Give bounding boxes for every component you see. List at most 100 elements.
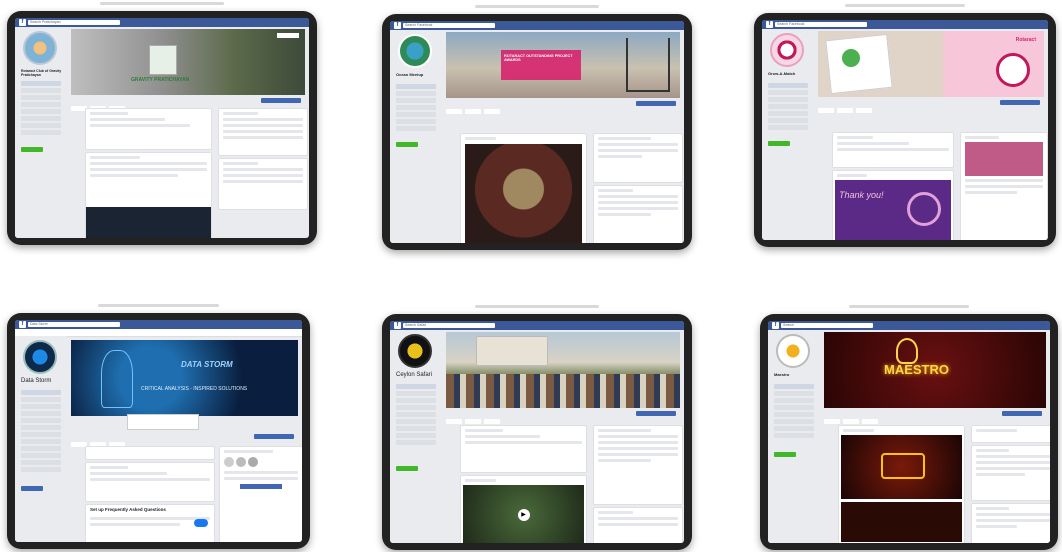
like-button[interactable] [824,419,840,424]
facebook-logo-icon[interactable]: f [394,322,401,329]
community-card [218,108,308,156]
create-page-button[interactable] [396,142,418,147]
tablet-6: f Search Maestro MAESTRO [760,305,1058,550]
follow-button[interactable] [465,419,481,424]
follow-button[interactable] [843,419,859,424]
create-post-card[interactable] [85,108,212,150]
create-post-card[interactable] [460,425,587,473]
award-photo[interactable] [465,144,582,243]
screen-1: f Search Pratichayan Rotaract Club of Gr… [15,18,309,238]
cover-photo[interactable]: MAESTRO [824,332,1046,408]
screen-6: f Search Maestro MAESTRO [768,321,1050,543]
video-thumbnail[interactable]: ▶ [463,485,584,543]
page-avatar[interactable] [398,34,432,68]
photos-card [838,425,965,543]
like-button[interactable] [446,419,462,424]
facebook-logo-icon[interactable]: f [19,321,26,328]
send-message-button[interactable] [1000,100,1040,105]
page-nav[interactable] [396,384,436,447]
search-input[interactable]: Search Safari [403,323,495,328]
create-page-button[interactable] [21,147,43,152]
search-input[interactable]: Search [781,323,873,328]
thank-you-photo[interactable]: Thank you! [835,180,951,240]
cover-photo[interactable] [446,332,680,408]
facebook-top-bar: f Search Safari [390,321,684,330]
page-avatar[interactable] [23,31,57,65]
faq-card[interactable]: Set up Frequently Asked Questions [85,504,215,542]
maestro-photo[interactable] [841,435,962,499]
second-photo[interactable] [841,502,962,542]
send-message-button[interactable] [636,101,676,106]
send-message-button[interactable] [254,434,294,439]
about-card [593,507,683,543]
post-card [85,152,212,238]
action-tabs-card[interactable] [85,446,215,460]
page-nav[interactable] [396,84,436,133]
follow-button[interactable] [465,109,481,114]
action-row [71,434,298,447]
like-button[interactable] [446,109,462,114]
cover-photo[interactable]: DATA STORM CRITICAL ANALYSIS - INSPIRED … [71,340,298,416]
like-button[interactable] [818,108,834,113]
share-button[interactable] [856,108,872,113]
facebook-logo-icon[interactable]: f [19,19,26,26]
page-nav[interactable] [768,83,808,132]
search-input[interactable]: Search Facebook [775,22,867,27]
action-row [446,101,680,114]
search-input[interactable]: Data Storm [28,322,120,327]
page-nav[interactable] [774,384,814,440]
follow-button[interactable] [837,108,853,113]
page-avatar[interactable] [23,340,57,374]
share-button[interactable] [484,109,500,114]
send-message-button[interactable] [636,411,676,416]
page-avatar[interactable] [398,334,432,368]
cover-photo[interactable]: GRAVITY PRATICHAYAN [71,29,305,95]
cover-title: Rotaract [1015,37,1036,43]
page-name: Maestro [774,372,790,377]
send-message-button[interactable] [1002,411,1042,416]
play-icon[interactable]: ▶ [517,508,530,521]
action-row [824,411,1046,424]
community-card [593,425,683,505]
create-page-button[interactable] [768,141,790,146]
page-avatar[interactable] [770,33,804,67]
facebook-logo-icon[interactable]: f [766,21,773,28]
tablet-5: f Search Safari Ceylon Safari ▶ [382,305,692,550]
share-button[interactable] [484,419,500,424]
page-nav[interactable] [21,390,61,474]
facebook-top-bar: f Search Pratichayan [15,18,309,27]
pencil-accessory [475,5,599,8]
page-name: Grow-A-Match [768,71,796,76]
search-input[interactable]: Search Facebook [403,23,495,28]
cover-photo[interactable]: ROTARACT OUTSTANDING PROJECT AWARDS [446,32,680,98]
send-message-button[interactable] [261,98,301,103]
profile-thumbnails [224,457,298,467]
facebook-logo-icon[interactable]: f [772,322,779,329]
action-row [71,98,305,111]
post-image[interactable] [86,207,211,238]
invite-button[interactable] [240,484,282,489]
create-post-card[interactable] [85,462,215,502]
screen-4: f Data Storm Data Storm DATA STORM CRITI… [15,320,302,542]
rotaract-emblem [996,53,1030,87]
create-post-card[interactable] [832,132,954,168]
send-message-card [593,133,683,183]
create-page-button[interactable] [774,452,796,457]
pencil-accessory [97,304,220,307]
cover-logo [149,45,177,75]
left-column: Ocean Meetup [390,30,442,243]
side-card [960,132,1048,240]
left-column: Grow-A-Match [762,29,814,240]
videos-card: ▶ [460,475,587,543]
side-photo[interactable] [965,142,1043,176]
page-nav[interactable] [21,81,61,137]
create-page-button[interactable] [21,486,43,491]
create-page-button[interactable] [396,466,418,471]
share-button[interactable] [862,419,878,424]
cover-structure [626,38,670,92]
cover-photo[interactable]: Rotaract [818,31,1044,97]
action-row [446,411,680,424]
page-avatar[interactable] [776,334,810,368]
search-input[interactable]: Search Pratichayan [28,20,120,25]
facebook-logo-icon[interactable]: f [394,22,401,29]
